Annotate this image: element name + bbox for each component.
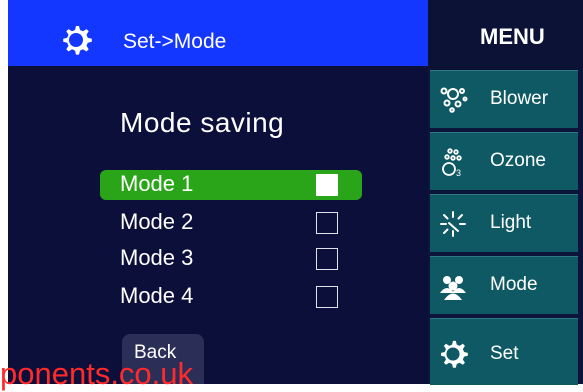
mode-2-checkbox[interactable]: [316, 212, 338, 234]
menu-item-blower[interactable]: Blower: [430, 70, 578, 128]
menu-item-label: Ozone: [490, 150, 546, 171]
mode-saving-heading: Mode saving: [120, 107, 285, 138]
blower-bubbles-icon: [440, 87, 468, 113]
header-bar: Set->Mode: [8, 0, 428, 66]
menu-item-label: Light: [490, 212, 532, 233]
light-icon: [440, 211, 466, 237]
mode-1-checkbox[interactable]: [316, 174, 338, 196]
mode-3-checkbox[interactable]: [316, 248, 338, 270]
mode-1-row[interactable]: Mode 1: [100, 170, 362, 200]
mode-label: Mode 4: [120, 283, 194, 308]
menu-item-label: Mode: [490, 274, 538, 295]
menu-item-mode[interactable]: Mode: [430, 256, 578, 314]
menu-header: MENU: [428, 0, 583, 70]
mode-3-row[interactable]: Mode 3: [100, 244, 362, 274]
users-icon: [440, 276, 466, 300]
ozone-o3-icon: 3: [442, 148, 462, 177]
device-screen: Set->Mode Mode saving Mode 1 Mode 2 Mode…: [0, 0, 583, 391]
menu-item-set[interactable]: Set: [430, 318, 578, 385]
mode-label: Mode 3: [120, 245, 194, 270]
mode-4-checkbox[interactable]: [316, 286, 338, 308]
gear-icon: [441, 340, 468, 368]
gear-icon: [63, 26, 92, 55]
watermark-text: ponents.co.uk: [0, 356, 194, 391]
menu-item-label: Blower: [490, 88, 549, 109]
menu-title: MENU: [480, 24, 545, 49]
menu-item-ozone[interactable]: 3 Ozone: [430, 132, 578, 190]
page-title: Set->Mode: [123, 30, 227, 53]
mode-2-row[interactable]: Mode 2: [100, 208, 362, 238]
mode-4-row[interactable]: Mode 4: [100, 282, 362, 312]
menu-item-label: Set: [490, 343, 519, 364]
mode-label: Mode 1: [120, 171, 194, 196]
menu-item-light[interactable]: Light: [430, 194, 578, 252]
svg-text:3: 3: [456, 168, 461, 177]
mode-label: Mode 2: [120, 209, 194, 234]
